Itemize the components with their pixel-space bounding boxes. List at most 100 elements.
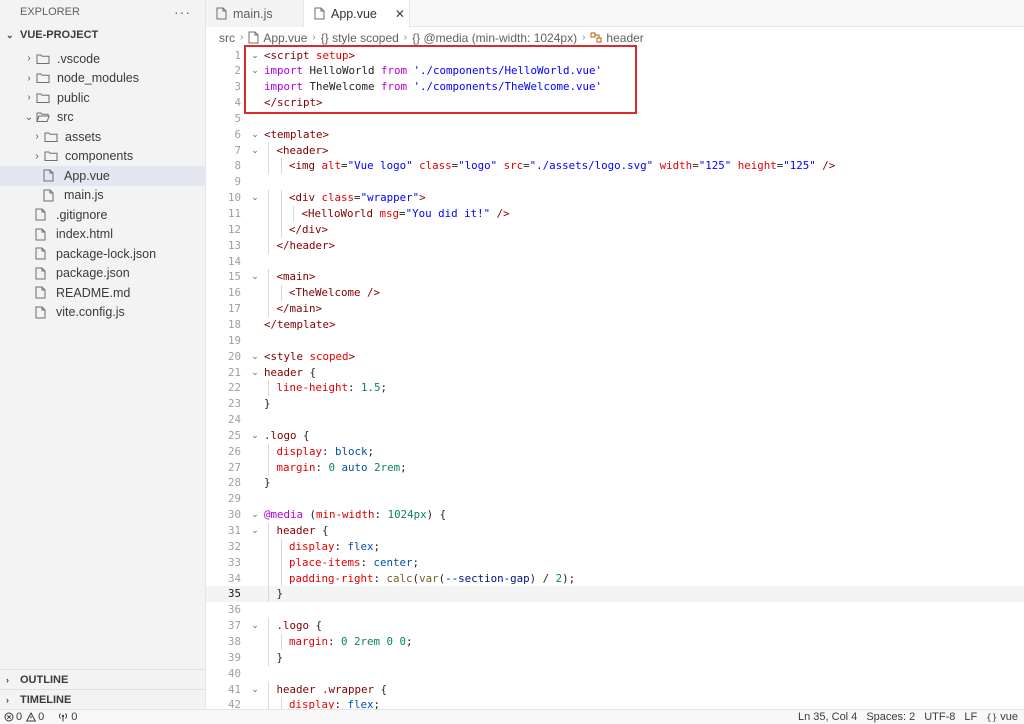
- tree-item-label: .gitignore: [56, 207, 108, 222]
- indent-guide: [268, 380, 269, 397]
- code-line: 31 ⌄ header {: [206, 523, 1024, 539]
- code-text: }: [277, 586, 284, 602]
- line-number: 6: [234, 127, 241, 141]
- file-icon: [43, 169, 61, 183]
- tab-label: App.vue: [331, 6, 377, 21]
- project-section-header[interactable]: ⌄ VUE-PROJECT: [0, 24, 205, 46]
- tab-main-js[interactable]: main.js: [206, 0, 304, 27]
- code-token: HelloWorld: [308, 207, 374, 220]
- line-number: 33: [227, 555, 241, 569]
- code-token: header: [283, 143, 323, 157]
- error-count: 0: [16, 711, 23, 723]
- fold-chevron-icon[interactable]: ⌄: [249, 523, 261, 539]
- code-token: >: [348, 349, 356, 363]
- fold-chevron-icon[interactable]: ⌄: [249, 127, 261, 143]
- tree-file[interactable]: README.md: [0, 283, 205, 303]
- indent-guide: [293, 206, 294, 222]
- code-token: display: [289, 698, 335, 709]
- code-text: </div>: [289, 222, 328, 238]
- tree-file[interactable]: main.js: [0, 186, 205, 206]
- encoding-setting[interactable]: UTF-8: [924, 711, 955, 723]
- tree-file[interactable]: App.vue: [0, 166, 205, 186]
- problems-indicator[interactable]: 0 0: [4, 711, 44, 723]
- indent-guide: [268, 237, 269, 254]
- tree-item-label: vite.config.js: [56, 305, 125, 320]
- code-text: margin: 0 2rem 0 0;: [289, 634, 413, 650]
- file-icon: [35, 227, 53, 241]
- fold-chevron-icon[interactable]: ⌄: [249, 428, 261, 444]
- breadcrumb: src › App.vue › {} style scoped › {} @media (m…: [219, 29, 644, 46]
- outline-section-header[interactable]: › OUTLINE: [0, 669, 205, 689]
- close-icon[interactable]: ✕: [395, 7, 405, 21]
- tree-file[interactable]: package.json: [0, 264, 205, 284]
- code-editor[interactable]: 1 ⌄ <script setup> 2 ⌄ import HelloWorld from…: [206, 46, 1024, 709]
- warning-icon: [26, 712, 37, 722]
- fold-chevron-icon[interactable]: ⌄: [249, 618, 261, 634]
- chevron-right-icon: ›: [6, 674, 9, 685]
- eol-setting[interactable]: LF: [964, 711, 977, 723]
- code-text: </main>: [277, 301, 323, 317]
- code-line: 26 display: block;: [206, 443, 1024, 460]
- tree-folder[interactable]: › node_modules: [0, 69, 205, 89]
- cursor-position[interactable]: Ln 35, Col 4: [798, 711, 857, 723]
- tree-item-label: README.md: [56, 285, 131, 300]
- indent-guide: [268, 523, 269, 539]
- broadcast-icon: [57, 712, 69, 722]
- fold-chevron-icon[interactable]: ⌄: [249, 507, 261, 523]
- ports-indicator[interactable]: 0: [57, 711, 77, 723]
- tree-folder[interactable]: › assets: [0, 127, 205, 147]
- code-token: :: [334, 539, 348, 553]
- code-token: "125": [698, 159, 732, 173]
- more-actions-button[interactable]: ···: [174, 4, 191, 20]
- code-text: display: flex;: [289, 697, 380, 709]
- code-line: 13 </header>: [206, 237, 1024, 254]
- breadcrumb-item[interactable]: src: [219, 31, 235, 45]
- tree-file[interactable]: index.html: [0, 225, 205, 245]
- indentation-setting[interactable]: Spaces: 2: [866, 711, 915, 723]
- tree-folder[interactable]: › components: [0, 147, 205, 167]
- code-line: 34 padding-right: calc(var(--section-gap)…: [206, 570, 1024, 587]
- indent-guide: [268, 697, 269, 709]
- chevron-down-icon: ⌄: [24, 111, 34, 123]
- code-line: 22 line-height: 1.5;: [206, 380, 1024, 397]
- breadcrumb-item[interactable]: {} style scoped: [321, 31, 399, 45]
- tab-app-vue[interactable]: App.vue ✕: [304, 0, 410, 28]
- bottom-panels: › OUTLINE › TIMELINE: [0, 669, 205, 709]
- code-text: <template>: [264, 127, 329, 143]
- code-token: {: [303, 365, 317, 379]
- fold-chevron-icon[interactable]: ⌄: [249, 269, 261, 285]
- code-token: template: [277, 317, 330, 331]
- folder-icon: [44, 149, 62, 163]
- code-text: <div class="wrapper">: [289, 190, 426, 206]
- code-text: <header>: [277, 143, 329, 159]
- tree-file[interactable]: vite.config.js: [0, 303, 205, 323]
- tree-folder[interactable]: ⌄ src: [0, 108, 205, 128]
- code-text: <HelloWorld msg="You did it!" />: [302, 206, 510, 222]
- line-number: 20: [227, 349, 241, 363]
- language-mode[interactable]: {} vue: [986, 711, 1018, 723]
- tree-folder[interactable]: › .vscode: [0, 49, 205, 69]
- breadcrumb-item[interactable]: App.vue: [248, 31, 307, 45]
- indent-guide: [280, 554, 282, 571]
- breadcrumb-item[interactable]: header: [590, 31, 644, 45]
- fold-chevron-icon[interactable]: ⌄: [249, 349, 261, 365]
- fold-chevron-icon[interactable]: ⌄: [249, 365, 261, 381]
- fold-chevron-icon[interactable]: ⌄: [249, 190, 261, 206]
- breadcrumb-item[interactable]: {} @media (min-width: 1024px): [412, 31, 577, 45]
- code-token: img: [295, 159, 316, 173]
- indent-guide: [268, 618, 269, 635]
- fold-chevron-icon[interactable]: ⌄: [249, 143, 261, 159]
- breadcrumb-label: src: [219, 30, 235, 45]
- line-number: 38: [227, 634, 241, 648]
- language-label: vue: [1000, 711, 1018, 723]
- code-token: "./assets/logo.svg": [529, 159, 654, 173]
- fold-chevron-icon[interactable]: ⌄: [249, 682, 261, 698]
- tree-file[interactable]: .gitignore: [0, 205, 205, 225]
- timeline-section-header[interactable]: › TIMELINE: [0, 689, 205, 709]
- tree-file[interactable]: package-lock.json: [0, 244, 205, 264]
- code-token: >: [329, 317, 336, 331]
- tree-item-label: components: [65, 149, 134, 164]
- tree-folder[interactable]: › public: [0, 88, 205, 108]
- code-token: >: [322, 143, 329, 157]
- code-token: );: [562, 571, 576, 585]
